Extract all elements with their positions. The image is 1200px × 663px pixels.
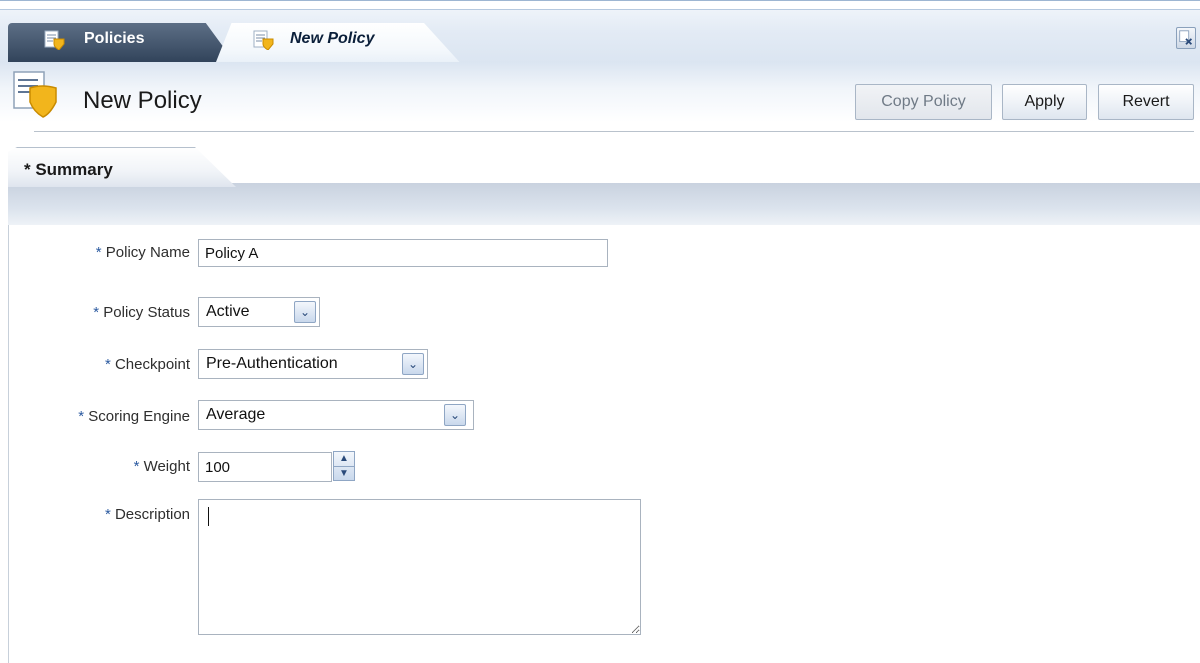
checkpoint-value: Pre-Authentication: [206, 355, 338, 372]
tab-new-policy-label: New Policy: [290, 30, 375, 47]
policy-status-select[interactable]: Active ⌄: [198, 297, 320, 327]
policy-shield-icon: [13, 71, 57, 118]
scoring-engine-select[interactable]: Average ⌄: [198, 400, 474, 430]
page-header: New Policy Copy Policy Apply Revert: [0, 62, 1200, 122]
panel-header-band: [8, 183, 1200, 225]
required-marker: *: [104, 506, 111, 523]
scoring-engine-label-text: Scoring Engine: [88, 408, 190, 425]
description-label: * Description: [0, 506, 190, 523]
policy-status-label: * Policy Status: [0, 304, 190, 321]
page-title: New Policy: [83, 87, 202, 114]
spin-up-icon[interactable]: ▲: [334, 452, 354, 466]
weight-label-text: Weight: [143, 458, 190, 475]
weight-input[interactable]: [198, 452, 332, 482]
policy-status-value: Active: [206, 303, 250, 320]
policy-status-label-text: Policy Status: [103, 304, 190, 321]
checkpoint-select[interactable]: Pre-Authentication ⌄: [198, 349, 428, 379]
policy-name-label-text: Policy Name: [105, 244, 190, 261]
chevron-down-icon[interactable]: ⌄: [444, 404, 466, 426]
required-marker: *: [133, 458, 140, 475]
close-tab-icon[interactable]: [1176, 27, 1196, 49]
scoring-engine-value: Average: [206, 406, 266, 423]
description-label-text: Description: [114, 506, 190, 523]
description-textarea[interactable]: [198, 499, 641, 635]
required-marker: *: [95, 244, 102, 261]
chevron-down-icon[interactable]: ⌄: [402, 353, 424, 375]
checkpoint-label: * Checkpoint: [0, 356, 190, 373]
required-marker: *: [93, 304, 100, 321]
apply-button[interactable]: Apply: [1002, 84, 1087, 120]
spin-down-icon[interactable]: ▼: [334, 467, 354, 481]
tab-policies-label: Policies: [84, 30, 145, 47]
policy-document-icon: [253, 30, 274, 50]
header-divider: [34, 131, 1194, 132]
close-icon: [1179, 30, 1193, 45]
policy-name-input[interactable]: [198, 239, 608, 267]
revert-button[interactable]: Revert: [1098, 84, 1194, 120]
policy-name-label: * Policy Name: [0, 244, 190, 261]
text-caret: [208, 507, 209, 526]
required-marker: *: [78, 408, 85, 425]
policy-document-icon: [44, 30, 65, 50]
weight-spinner[interactable]: ▲ ▼: [333, 451, 355, 481]
copy-policy-button[interactable]: Copy Policy: [855, 84, 992, 120]
tab-strip: Policies New Policy: [0, 0, 1200, 67]
checkpoint-label-text: Checkpoint: [114, 356, 190, 373]
tab-strip-divider: [0, 9, 1200, 10]
required-marker: *: [104, 356, 111, 373]
chevron-down-icon[interactable]: ⌄: [294, 301, 316, 323]
weight-label: * Weight: [0, 458, 190, 475]
tab-summary-label: * Summary: [24, 160, 113, 179]
scoring-engine-label: * Scoring Engine: [0, 408, 190, 425]
